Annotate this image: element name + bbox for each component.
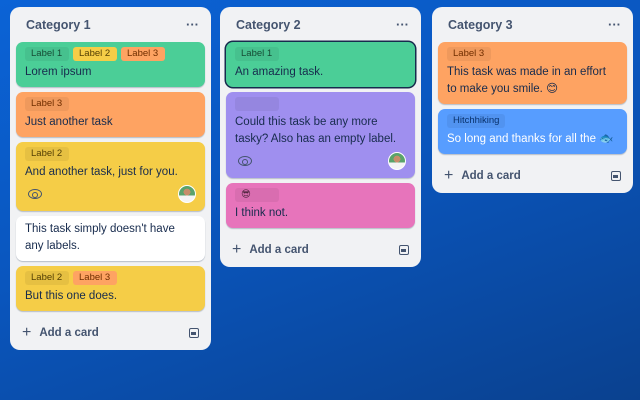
card-label[interactable]: 😎: [235, 188, 279, 202]
add-card-button[interactable]: + Add a card: [232, 241, 309, 259]
card-title: I think not.: [235, 207, 289, 219]
add-card-row: + Add a card: [438, 159, 627, 193]
eye-icon: [238, 156, 252, 166]
card-label[interactable]: Label 3: [121, 47, 165, 61]
add-card-label: Add a card: [461, 170, 521, 182]
list-2: Category 2 ··· Label 1 An amazing task. Cou…: [220, 7, 421, 267]
card-label[interactable]: Hitchhiking: [447, 114, 506, 128]
card[interactable]: Label 2 And another task, just for you.: [16, 142, 205, 211]
list-menu-button[interactable]: ···: [396, 17, 409, 32]
card-label[interactable]: Label 2: [25, 271, 69, 285]
add-card-button[interactable]: + Add a card: [22, 324, 99, 342]
card-title: This task simply doesn't have any labels…: [25, 223, 175, 252]
plus-icon: +: [444, 167, 454, 184]
plus-icon: +: [232, 241, 242, 258]
list-title[interactable]: Category 1: [26, 18, 91, 32]
card-title: Could this task be any more tasky? Also …: [235, 116, 397, 145]
card-title: But this one does.: [25, 290, 118, 302]
card[interactable]: Label 2 Label 3 But this one does.: [16, 266, 205, 311]
card[interactable]: This task simply doesn't have any labels…: [16, 216, 205, 261]
list-title[interactable]: Category 3: [448, 18, 513, 32]
card[interactable]: Label 3 This task was made in an effort t…: [438, 42, 627, 104]
card-label[interactable]: Label 3: [447, 47, 491, 61]
card[interactable]: Label 3 Just another task: [16, 92, 205, 137]
card-title: This task was made in an effort to make …: [447, 66, 606, 95]
card[interactable]: Label 1 Label 2 Label 3 Lorem ipsum: [16, 42, 205, 87]
card-title: Lorem ipsum: [25, 66, 92, 78]
add-card-row: + Add a card: [16, 316, 205, 350]
card-label[interactable]: Label 3: [25, 97, 69, 111]
card-title: Just another task: [25, 116, 113, 128]
card-label[interactable]: Label 1: [235, 47, 279, 61]
card-label[interactable]: Label 3: [73, 271, 117, 285]
add-card-label: Add a card: [39, 327, 99, 339]
list-menu-button[interactable]: ···: [608, 17, 621, 32]
add-card-button[interactable]: + Add a card: [444, 167, 521, 185]
card[interactable]: 😎 I think not.: [226, 183, 415, 228]
avatar[interactable]: [178, 185, 196, 203]
list-header: Category 3 ···: [438, 7, 627, 42]
list-title[interactable]: Category 2: [236, 18, 301, 32]
card-title: An amazing task.: [235, 66, 324, 78]
list-header: Category 1 ···: [16, 7, 205, 42]
plus-icon: +: [22, 324, 32, 341]
card[interactable]: Could this task be any more tasky? Also …: [226, 92, 415, 178]
card-title: And another task, just for you.: [25, 166, 178, 178]
list-header: Category 2 ···: [226, 7, 415, 42]
card-label[interactable]: Label 2: [73, 47, 117, 61]
add-card-row: + Add a card: [226, 233, 415, 267]
card-label[interactable]: Label 2: [25, 147, 69, 161]
list-1: Category 1 ··· Label 1 Label 2 Label 3 Lorem…: [10, 7, 211, 350]
card[interactable]: Hitchhiking So long and thanks for all th…: [438, 109, 627, 154]
card[interactable]: Label 1 An amazing task.: [226, 42, 415, 87]
avatar[interactable]: [388, 152, 406, 170]
card-title: So long and thanks for all the 🐟: [447, 133, 614, 145]
card-label[interactable]: [235, 97, 279, 111]
card-template-icon[interactable]: [399, 245, 409, 255]
list-menu-button[interactable]: ···: [186, 17, 199, 32]
add-card-label: Add a card: [249, 244, 309, 256]
card-template-icon[interactable]: [189, 328, 199, 338]
card-template-icon[interactable]: [611, 171, 621, 181]
eye-icon: [28, 189, 42, 199]
list-3: Category 3 ··· Label 3 This task was made …: [432, 7, 633, 193]
card-label[interactable]: Label 1: [25, 47, 69, 61]
